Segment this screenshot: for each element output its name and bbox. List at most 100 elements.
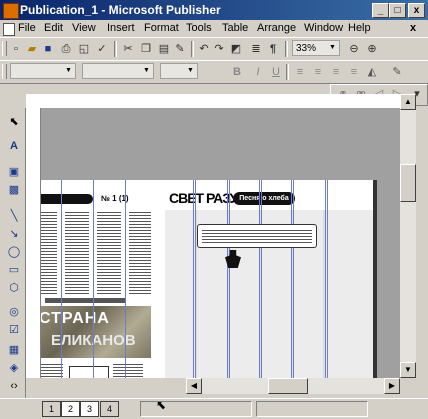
window-title: Publication_1 - Microsoft Publisher [20,3,221,17]
section-heading [41,194,93,204]
pointer-icon[interactable]: ⬉ [6,114,22,130]
intro-text-frame[interactable] [197,224,317,248]
column-guide [125,180,126,378]
separator [191,41,194,57]
justify-icon[interactable]: ≡ [346,64,362,80]
menu-file[interactable]: File [18,22,36,34]
zoom-out-icon[interactable]: ⊖ [346,41,362,57]
close-document-button[interactable]: x [410,22,416,34]
page-button-4[interactable]: 4 [100,401,119,417]
toolbar-grip[interactable] [2,41,7,56]
fill-color-icon[interactable]: ◭ [364,64,380,80]
chevron-down-icon[interactable]: ▼ [185,65,196,77]
redo-icon[interactable]: ↷ [211,41,227,57]
print-preview-icon[interactable]: ◱ [76,41,92,57]
menu-tools[interactable]: Tools [186,22,212,34]
horizontal-scroll-thumb[interactable] [268,378,308,394]
intro-text [202,228,312,243]
maximize-button[interactable]: □ [389,3,406,18]
line-icon[interactable]: ╲ [6,208,22,224]
chevron-down-icon[interactable]: ▼ [63,65,74,77]
font-select[interactable]: ▼ [82,63,154,79]
style-select[interactable]: ▼ [10,63,76,79]
line-color-icon[interactable]: ✎ [389,64,405,80]
text-frame-icon[interactable]: A [6,138,22,154]
print-icon[interactable]: ⎙ [58,41,74,57]
scroll-down-icon[interactable]: ▼ [400,362,416,378]
vertical-ruler[interactable] [26,108,41,378]
show-special-chars-icon[interactable]: ¶ [265,41,281,57]
toolbox-options-icon[interactable]: ‹› [6,378,22,394]
menu-format[interactable]: Format [144,22,179,34]
design-gallery-icon[interactable]: ◈ [6,360,22,376]
new-icon[interactable]: ▫ [8,41,24,57]
underline-icon[interactable]: U [268,64,284,80]
menu-table[interactable]: Table [222,22,248,34]
vertical-scroll-thumb[interactable] [400,164,416,202]
menu-help[interactable]: Help [348,22,371,34]
clipart-icon[interactable]: ▩ [6,182,22,198]
toolbar-grip[interactable] [2,64,7,79]
title-bar[interactable]: Publication_1 - Microsoft Publisher _ □ … [0,0,428,20]
copy-icon[interactable]: ❐ [138,41,154,57]
spelling-icon[interactable]: ✓ [94,41,110,57]
vertical-scrollbar[interactable]: ▲ ▼ [400,94,416,378]
page-button-2[interactable]: 2 [61,401,80,417]
page-button-3[interactable]: 3 [80,401,99,417]
article-heading: Песня о хлеба [233,192,295,205]
hotspot-icon[interactable]: ◎ [6,304,22,320]
menu-window[interactable]: Window [304,22,343,34]
oval-icon[interactable]: ◯ [6,244,22,260]
close-button[interactable]: x [408,3,425,18]
rectangle-icon[interactable]: ▭ [6,262,22,278]
font-size-select[interactable]: ▼ [160,63,198,79]
right-page[interactable]: СВЕТ РАЗУМА Песня о хлеба [153,180,377,378]
minimize-button[interactable]: _ [372,3,389,18]
italic-icon[interactable]: I [250,64,266,80]
status-size-panel [256,401,368,417]
menu-view[interactable]: View [72,22,96,34]
cut-icon[interactable]: ✂ [120,41,136,57]
custom-shapes-icon[interactable]: ⬡ [6,280,22,296]
zoom-select[interactable]: 33% ▼ [292,40,340,56]
menu-arrange[interactable]: Arrange [257,22,296,34]
publication-workspace[interactable]: № 1 (1) СТРАНА ЕЛИКАНОВ СВЕТ РАЗУМА Песн… [41,108,400,378]
text-box[interactable] [69,366,109,378]
page-button-1[interactable]: 1 [42,401,61,417]
chevron-down-icon[interactable]: ▼ [327,42,338,54]
format-painter-icon[interactable]: ✎ [172,41,188,57]
zoom-in-icon[interactable]: ⊕ [364,41,380,57]
arrow-icon[interactable]: ↘ [6,226,22,242]
align-left-icon[interactable]: ≡ [292,64,308,80]
text-column [97,210,121,296]
scroll-up-icon[interactable]: ▲ [400,94,416,110]
menu-insert[interactable]: Insert [107,22,135,34]
form-control-icon[interactable]: ☑ [6,322,22,338]
mouse-cursor-icon: ⬉ [156,398,167,412]
publisher-icon[interactable] [3,3,19,19]
save-icon[interactable]: ■ [40,41,56,57]
menu-bar: File Edit View Insert Format Tools Table… [0,20,428,37]
undo-icon[interactable]: ↶ [196,41,212,57]
zoom-value: 33% [296,43,317,54]
send-to-back-icon[interactable]: ◩ [228,41,244,57]
paste-icon[interactable]: ▤ [156,41,172,57]
open-icon[interactable]: ▰ [24,41,40,57]
menu-edit[interactable]: Edit [44,22,63,34]
horizontal-scrollbar[interactable]: ◀ ▶ [186,378,400,394]
scroll-left-icon[interactable]: ◀ [186,378,202,394]
chevron-down-icon[interactable]: ▼ [141,65,152,77]
document-icon[interactable] [3,23,15,36]
column-guide [229,180,230,378]
column-guide [261,180,262,378]
bold-icon[interactable]: B [229,64,245,80]
html-fragment-icon[interactable]: ▦ [6,342,22,358]
picture-frame-icon[interactable]: ▣ [6,164,22,180]
align-center-icon[interactable]: ≡ [310,64,326,80]
align-right-icon[interactable]: ≡ [328,64,344,80]
left-page[interactable]: № 1 (1) СТРАНА ЕЛИКАНОВ [41,180,155,378]
horizontal-ruler[interactable] [26,94,400,109]
article-picture[interactable]: СТРАНА ЕЛИКАНОВ [41,306,151,358]
columns-icon[interactable]: ≣ [248,41,264,57]
scroll-right-icon[interactable]: ▶ [384,378,400,394]
